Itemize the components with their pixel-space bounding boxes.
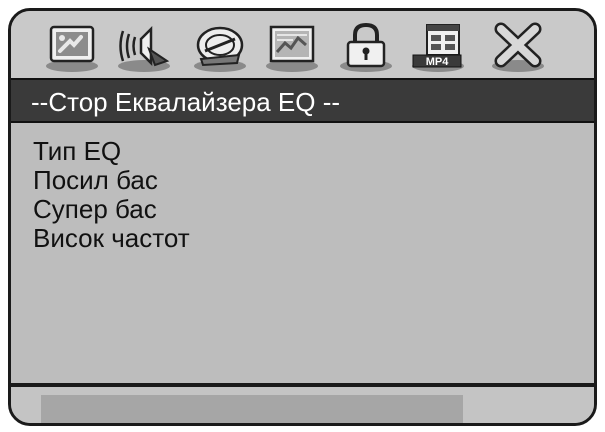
menu-item-treble-boost[interactable]: Висок частот	[33, 224, 190, 253]
eq-menu: Тип EQ Посил бас Супер бас Висок частот	[33, 137, 190, 253]
system-setup-icon[interactable]	[43, 21, 101, 73]
video-setup-icon[interactable]	[191, 21, 249, 73]
mp4-icon[interactable]: MP4	[409, 21, 467, 73]
page-title: --Стор Еквалайзера EQ --	[11, 78, 594, 123]
mp4-icon-label: MP4	[426, 56, 450, 68]
exit-icon[interactable]	[489, 21, 547, 73]
menu-item-bass-boost[interactable]: Посил бас	[33, 166, 190, 195]
osd-window: MP4 --Стор Еквалайзера EQ -- Тип EQ Поси…	[8, 8, 597, 426]
lock-icon[interactable]	[337, 21, 395, 73]
setup-toolbar: MP4	[11, 11, 594, 78]
menu-item-super-bass[interactable]: Супер бас	[33, 195, 190, 224]
menu-item-eq-type[interactable]: Тип EQ	[33, 137, 190, 166]
footer-bar	[11, 387, 594, 423]
status-field	[41, 395, 463, 423]
display-setup-icon[interactable]	[263, 21, 321, 73]
menu-panel: Тип EQ Посил бас Супер бас Висок частот	[11, 123, 594, 383]
audio-setup-icon[interactable]	[115, 21, 173, 73]
